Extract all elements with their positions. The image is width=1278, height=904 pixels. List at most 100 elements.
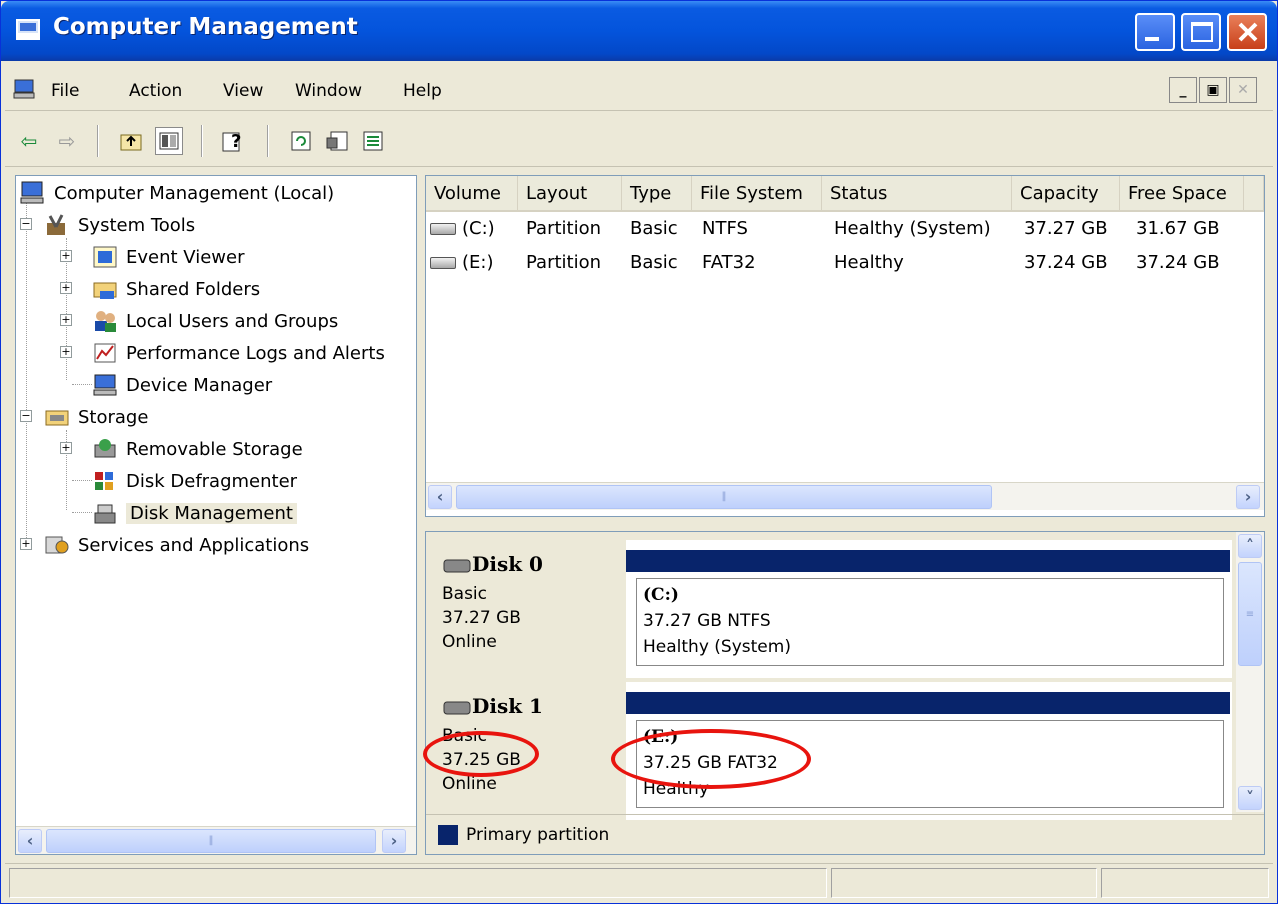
table-row[interactable]: (C:) <box>430 214 495 244</box>
mdi-close-button[interactable]: ✕ <box>1229 77 1257 103</box>
disk-0-label[interactable]: Disk 0 Basic 37.27 GB Online <box>432 540 624 678</box>
maximize-button[interactable] <box>1181 13 1221 51</box>
primary-partition-swatch <box>438 825 458 845</box>
scroll-thumb[interactable]: ‖ <box>46 829 376 853</box>
device-manager-icon <box>92 373 118 397</box>
tree-item-services-apps[interactable]: Services and Applications <box>44 530 309 560</box>
show-hide-tree-icon[interactable] <box>155 127 183 155</box>
disk-management-icon <box>92 501 118 525</box>
tree-item-disk-defragmenter[interactable]: Disk Defragmenter <box>92 466 297 496</box>
menu-help[interactable]: Help <box>403 81 442 101</box>
volume-size: 37.27 GB NTFS <box>643 611 771 631</box>
tree-horizontal-scrollbar[interactable]: ‹ ‖ › <box>16 826 416 854</box>
properties-icon[interactable] <box>323 127 351 155</box>
collapse-icon[interactable]: − <box>20 218 32 230</box>
volume-c-panel[interactable]: (C:) 37.27 GB NTFS Healthy (System) <box>626 540 1232 678</box>
free-space-cell: 31.67 GB <box>1136 218 1220 239</box>
disk-vertical-scrollbar[interactable]: ˄ ≡ ˅ <box>1236 532 1264 812</box>
legend-label: Primary partition <box>466 825 610 845</box>
menu-file[interactable]: File <box>51 81 79 101</box>
expand-icon[interactable]: + <box>60 250 72 262</box>
expand-icon[interactable]: + <box>60 442 72 454</box>
tree-item-root[interactable]: Computer Management (Local) <box>20 178 334 208</box>
tree-label: Storage <box>78 406 149 428</box>
scroll-right-icon[interactable]: › <box>382 829 406 853</box>
scroll-left-icon[interactable]: ‹ <box>18 829 42 853</box>
back-icon[interactable]: ⇦ <box>15 127 43 155</box>
column-header-free-space[interactable]: Free Space <box>1120 176 1244 212</box>
status-panel <box>9 868 827 898</box>
collapse-icon[interactable]: − <box>20 410 32 422</box>
event-viewer-icon <box>92 245 118 269</box>
expand-icon[interactable]: + <box>60 346 72 358</box>
expand-icon[interactable]: + <box>60 282 72 294</box>
tree-label: Disk Management <box>126 502 297 524</box>
status-panel <box>831 868 1097 898</box>
tree-label: Computer Management (Local) <box>54 182 335 204</box>
menu-view[interactable]: View <box>223 81 263 101</box>
tree-item-local-users[interactable]: Local Users and Groups <box>92 306 338 336</box>
column-header-layout[interactable]: Layout <box>518 176 622 212</box>
tree-label: Disk Defragmenter <box>126 470 298 492</box>
computer-icon[interactable] <box>13 79 35 99</box>
tree-label: Device Manager <box>126 374 273 396</box>
file-system-cell: FAT32 <box>702 252 756 273</box>
scroll-right-icon[interactable]: › <box>1236 485 1260 509</box>
expand-icon[interactable]: + <box>60 314 72 326</box>
column-header-status[interactable]: Status <box>822 176 1012 212</box>
column-header-capacity[interactable]: Capacity <box>1012 176 1120 212</box>
tree-label: Shared Folders <box>126 278 261 300</box>
column-header-file-system[interactable]: File System <box>692 176 822 212</box>
console-tree: Computer Management (Local) − System Too… <box>15 175 417 855</box>
scroll-thumb[interactable]: ‖ <box>456 485 992 509</box>
tree-label: Removable Storage <box>126 438 303 460</box>
tree-item-performance-logs[interactable]: Performance Logs and Alerts <box>92 338 385 368</box>
scroll-down-icon[interactable]: ˅ <box>1238 786 1262 810</box>
volume-horizontal-scrollbar[interactable]: ‹ ‖ › <box>426 482 1264 510</box>
tree-label: System Tools <box>78 214 196 236</box>
minimize-button[interactable] <box>1135 13 1175 51</box>
forward-icon[interactable]: ⇨ <box>53 127 81 155</box>
tree-line <box>26 202 27 548</box>
pane-splitter[interactable] <box>425 517 1265 531</box>
volume-cell: (E:) <box>462 252 494 273</box>
disk-state: Online <box>442 774 497 794</box>
tree-item-removable-storage[interactable]: Removable Storage <box>92 434 303 464</box>
mdi-restore-button[interactable]: ▣ <box>1199 77 1227 103</box>
disk-icon <box>443 559 471 573</box>
scroll-up-icon[interactable]: ˄ <box>1238 534 1262 558</box>
tree-item-device-manager[interactable]: Device Manager <box>92 370 272 400</box>
tree-item-system-tools[interactable]: System Tools <box>44 210 195 240</box>
tree-item-disk-management[interactable]: Disk Management <box>92 498 297 528</box>
drive-icon <box>430 223 456 235</box>
menu-window[interactable]: Window <box>295 81 362 101</box>
tree-item-event-viewer[interactable]: Event Viewer <box>92 242 244 272</box>
export-list-icon[interactable] <box>359 127 387 155</box>
mdi-minimize-button[interactable]: _ <box>1169 77 1197 103</box>
performance-icon <box>92 341 118 365</box>
scroll-thumb[interactable]: ≡ <box>1238 562 1262 666</box>
table-row[interactable]: (E:) <box>430 248 493 278</box>
up-one-level-icon[interactable] <box>117 127 145 155</box>
toolbar-separator <box>97 125 99 157</box>
computer-icon <box>16 19 40 40</box>
menu-action[interactable]: Action <box>129 81 182 101</box>
services-icon <box>44 533 70 557</box>
tree-item-storage[interactable]: Storage <box>44 402 148 432</box>
help-icon[interactable]: ? <box>219 127 247 155</box>
expand-icon[interactable]: + <box>20 538 32 550</box>
title-bar[interactable]: Computer Management <box>1 1 1277 61</box>
close-button[interactable] <box>1227 13 1267 51</box>
volume-list: Volume Layout Type File System Status Ca… <box>425 175 1265 517</box>
scroll-left-icon[interactable]: ‹ <box>428 485 452 509</box>
column-header-volume[interactable]: Volume <box>426 176 518 212</box>
refresh-icon[interactable] <box>287 127 315 155</box>
tree-item-shared-folders[interactable]: Shared Folders <box>92 274 260 304</box>
disk-state: Online <box>442 632 497 652</box>
disk-name: Disk 0 <box>472 552 543 576</box>
toolbar-separator <box>267 125 269 157</box>
volume-box[interactable]: (C:) 37.27 GB NTFS Healthy (System) <box>636 578 1224 666</box>
storage-icon <box>44 405 70 429</box>
column-header-type[interactable]: Type <box>622 176 692 212</box>
file-system-cell: NTFS <box>702 218 748 239</box>
